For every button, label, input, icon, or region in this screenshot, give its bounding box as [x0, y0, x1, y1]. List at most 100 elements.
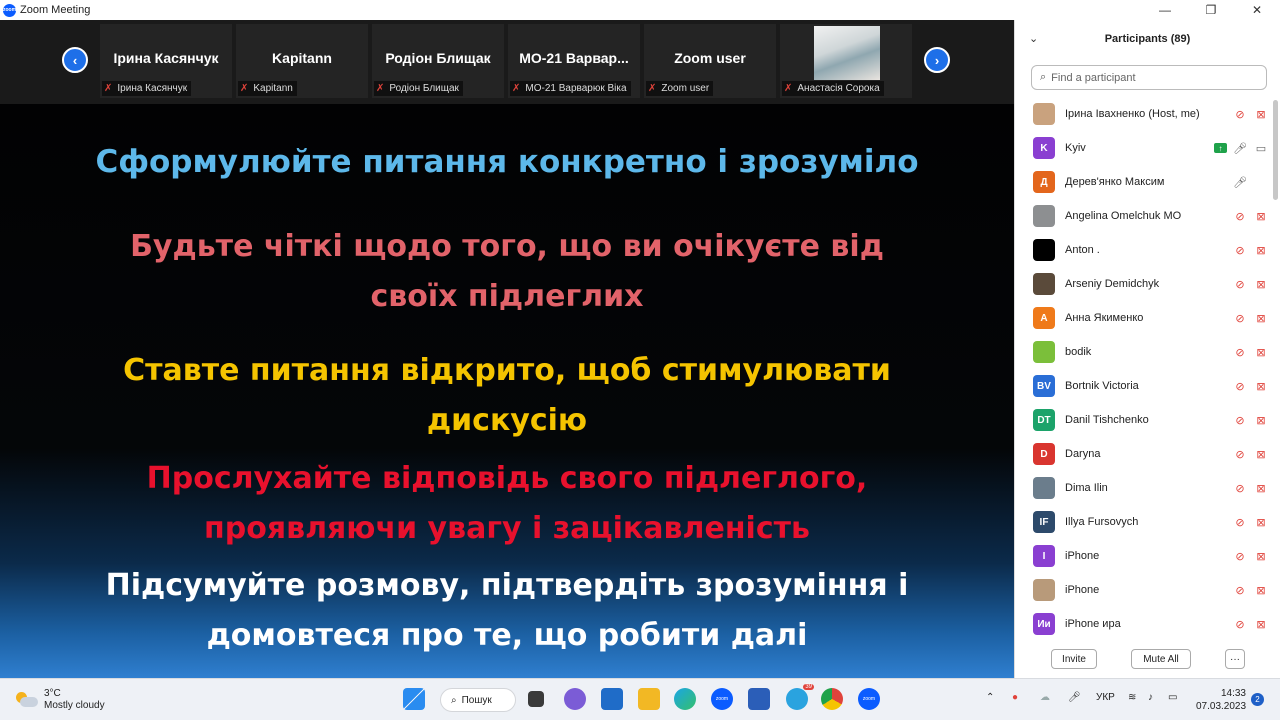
- video-off-icon[interactable]: ⊠: [1253, 516, 1269, 529]
- video-icon[interactable]: ▭: [1253, 142, 1269, 155]
- participant-search[interactable]: ⌕: [1031, 65, 1267, 90]
- video-off-icon[interactable]: ⊠: [1253, 584, 1269, 597]
- mic-off-icon[interactable]: ⊘: [1233, 108, 1247, 121]
- participant-row[interactable]: IF Illya Fursovych ⊘ ⊠: [1015, 505, 1273, 539]
- video-off-icon[interactable]: ⊠: [1253, 312, 1269, 325]
- telegram-icon[interactable]: 39: [786, 684, 814, 710]
- video-tile[interactable]: Kapitann ✗ Kapitann: [236, 24, 368, 98]
- zoom-meeting-text: zoom: [862, 696, 876, 702]
- participant-row[interactable]: Arseniy Demidchyk ⊘ ⊠: [1015, 267, 1273, 301]
- language-indicator[interactable]: УКР: [1096, 692, 1115, 703]
- panel-title: Participants (89): [1104, 33, 1191, 45]
- tile-label: ✗ Анастасія Сорока: [782, 81, 884, 96]
- participant-row[interactable]: bodik ⊘ ⊠: [1015, 335, 1273, 369]
- chevron-down-icon[interactable]: ⌄: [1029, 32, 1038, 45]
- video-off-icon[interactable]: ⊠: [1253, 380, 1269, 393]
- participant-row[interactable]: Dima Ilin ⊘ ⊠: [1015, 471, 1273, 505]
- video-tile[interactable]: Ірина Касянчук ✗ Ірина Касянчук: [100, 24, 232, 98]
- mic-off-icon[interactable]: ⊘: [1233, 380, 1247, 393]
- participant-row[interactable]: Anton . ⊘ ⊠: [1015, 233, 1273, 267]
- video-off-icon[interactable]: ⊠: [1253, 482, 1269, 495]
- video-tile[interactable]: МО-21 Варвар... ✗ МО-21 Варварюк Віка: [508, 24, 640, 98]
- battery-icon[interactable]: ▭: [1168, 692, 1177, 703]
- minimize-icon: —: [1159, 3, 1171, 17]
- notification-badge[interactable]: 2: [1251, 693, 1264, 706]
- participant-row[interactable]: D Daryna ⊘ ⊠: [1015, 437, 1273, 471]
- mail-icon[interactable]: [601, 688, 623, 710]
- windows-start-icon[interactable]: [403, 688, 425, 710]
- participant-row[interactable]: iPhone ⊘ ⊠: [1015, 573, 1273, 607]
- telegram-badge: 39: [803, 684, 814, 690]
- mic-off-icon[interactable]: ⊘: [1233, 278, 1247, 291]
- search-input[interactable]: [1051, 71, 1252, 84]
- video-off-icon[interactable]: ⊠: [1253, 414, 1269, 427]
- volume-icon[interactable]: ♪: [1148, 692, 1153, 703]
- microphone-icon[interactable]: 🎤︎: [1068, 692, 1081, 703]
- video-off-icon[interactable]: ⊠: [1253, 618, 1269, 631]
- video-off-icon[interactable]: ⊠: [1253, 346, 1269, 359]
- mic-off-icon[interactable]: ⊘: [1233, 448, 1247, 461]
- tile-label: ✗ Zoom user: [646, 81, 714, 96]
- taskbar-clock[interactable]: 14:33 07.03.2023: [1196, 687, 1246, 713]
- video-tile[interactable]: Zoom user ✗ Zoom user: [644, 24, 776, 98]
- video-off-icon[interactable]: ⊠: [1253, 550, 1269, 563]
- clock-date: 07.03.2023: [1196, 701, 1247, 712]
- taskbar-search[interactable]: ⌕ Пошук: [440, 688, 516, 712]
- taskbar-search-label: Пошук: [461, 694, 492, 706]
- participant-row[interactable]: IiPhone ⊘ ⊠: [1015, 539, 1273, 573]
- mic-off-icon[interactable]: ⊘: [1233, 210, 1247, 223]
- video-tile[interactable]: Родіон Блищак ✗ Родіон Блищак: [372, 24, 504, 98]
- file-explorer-icon[interactable]: [638, 688, 660, 710]
- edge-browser-icon[interactable]: [674, 688, 696, 710]
- zoom-tray-icon[interactable]: ●: [1012, 692, 1018, 703]
- participant-row[interactable]: Ии iPhone ира ⊘ ⊠: [1015, 607, 1273, 641]
- participant-row[interactable]: Д Дерев'янко Максим 🎤︎: [1015, 165, 1273, 199]
- zoom-meeting-icon[interactable]: zoom: [858, 688, 880, 710]
- mic-icon[interactable]: 🎤︎: [1233, 142, 1247, 155]
- partly-cloudy-icon: [16, 692, 38, 708]
- mute-all-button[interactable]: Mute All: [1131, 649, 1191, 669]
- mic-off-icon[interactable]: ⊘: [1233, 244, 1247, 257]
- video-off-icon[interactable]: ⊠: [1253, 448, 1269, 461]
- video-off-icon[interactable]: ⊠: [1253, 278, 1269, 291]
- video-off-icon[interactable]: ⊠: [1253, 210, 1269, 223]
- participant-status-icons: ⊘ ⊠: [1233, 618, 1269, 631]
- mic-off-icon[interactable]: ⊘: [1233, 618, 1247, 631]
- participant-row[interactable]: DT Danil Tishchenko ⊘ ⊠: [1015, 403, 1273, 437]
- chat-icon[interactable]: [564, 688, 586, 710]
- cloud-icon[interactable]: ☁: [1040, 692, 1050, 703]
- task-view-icon[interactable]: [528, 691, 544, 707]
- zoom-app-icon[interactable]: zoom: [711, 688, 733, 710]
- weather-widget[interactable]: 3°C Mostly cloudy: [16, 688, 105, 712]
- participant-row[interactable]: Ірина Івахненко (Host, me) ⊘ ⊠: [1015, 97, 1273, 131]
- avatar: [1033, 205, 1055, 227]
- participant-row[interactable]: Angelina Omelchuk MO ⊘ ⊠: [1015, 199, 1273, 233]
- participant-row[interactable]: А Анна Якименко ⊘ ⊠: [1015, 301, 1273, 335]
- mic-icon[interactable]: 🎤︎: [1233, 176, 1247, 189]
- more-options-button[interactable]: ···: [1225, 649, 1245, 669]
- mic-off-icon[interactable]: ⊘: [1233, 550, 1247, 563]
- video-tile[interactable]: ✗ Анастасія Сорока: [780, 24, 912, 98]
- word-icon[interactable]: [748, 688, 770, 710]
- chrome-icon[interactable]: [821, 688, 843, 710]
- close-button[interactable]: ✕: [1234, 0, 1280, 20]
- participant-name: Danil Tishchenko: [1065, 414, 1149, 426]
- tray-overflow-icon[interactable]: ⌃: [986, 692, 994, 703]
- mic-off-icon[interactable]: ⊘: [1233, 516, 1247, 529]
- wifi-icon[interactable]: ≋: [1128, 692, 1136, 703]
- next-page-button[interactable]: ›: [924, 47, 950, 73]
- mic-off-icon[interactable]: ⊘: [1233, 346, 1247, 359]
- mic-off-icon[interactable]: ⊘: [1233, 312, 1247, 325]
- prev-page-button[interactable]: ‹: [62, 47, 88, 73]
- mic-off-icon[interactable]: ⊘: [1233, 482, 1247, 495]
- participant-row[interactable]: BV Bortnik Victoria ⊘ ⊠: [1015, 369, 1273, 403]
- video-off-icon[interactable]: ⊠: [1253, 108, 1269, 121]
- scrollbar[interactable]: [1273, 100, 1278, 200]
- maximize-button[interactable]: ❐: [1188, 0, 1234, 20]
- video-off-icon[interactable]: ⊠: [1253, 244, 1269, 257]
- participant-row[interactable]: K Kyiv ↑ 🎤︎ ▭: [1015, 131, 1273, 165]
- minimize-button[interactable]: —: [1142, 0, 1188, 20]
- mic-off-icon[interactable]: ⊘: [1233, 584, 1247, 597]
- invite-button[interactable]: Invite: [1051, 649, 1097, 669]
- mic-off-icon[interactable]: ⊘: [1233, 414, 1247, 427]
